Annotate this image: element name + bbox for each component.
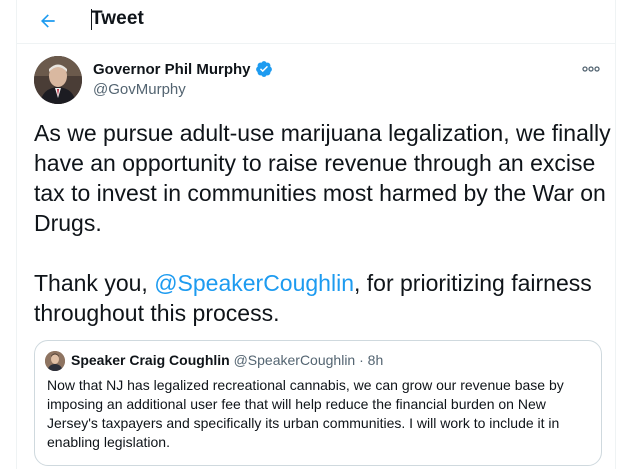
back-button[interactable] xyxy=(31,4,65,38)
page-header: Tweet xyxy=(17,0,615,44)
quoted-timestamp: 8h xyxy=(367,352,384,368)
author-handle[interactable]: @GovMurphy xyxy=(93,81,186,98)
tweet-text: As we pursue adult-use marijuana legaliz… xyxy=(34,118,614,358)
tweet-paragraph: Thank you, @SpeakerCoughlin, for priorit… xyxy=(34,268,614,328)
author-name-row[interactable]: Governor Phil Murphy xyxy=(93,60,273,78)
avatar[interactable] xyxy=(34,56,82,104)
author-display-name[interactable]: Governor Phil Murphy xyxy=(93,61,251,78)
verified-badge-icon xyxy=(255,61,272,77)
tweet-detail-column: Tweet Governor Phil Murphy @GovMurphy As… xyxy=(16,0,616,469)
quoted-handle: @SpeakerCoughlin xyxy=(233,352,356,368)
quoted-text: Now that NJ has legalized recreational c… xyxy=(47,377,564,450)
quoted-avatar-image xyxy=(45,351,65,371)
arrow-left-icon xyxy=(41,14,55,28)
quoted-display-name: Speaker Craig Coughlin xyxy=(71,352,230,368)
tweet-text-segment: Thank you, xyxy=(34,270,155,296)
tweet-paragraph: As we pursue adult-use marijuana legaliz… xyxy=(34,120,611,236)
more-options-icon[interactable] xyxy=(581,60,601,78)
quoted-header: Speaker Craig Coughlin @SpeakerCoughlin … xyxy=(71,352,383,368)
quoted-tweet[interactable]: Speaker Craig Coughlin @SpeakerCoughlin … xyxy=(34,340,602,466)
quoted-separator: · xyxy=(359,352,364,368)
mention-link[interactable]: @SpeakerCoughlin xyxy=(154,270,354,296)
avatar-image xyxy=(34,56,82,104)
quoted-avatar xyxy=(45,351,65,371)
page-title: Tweet xyxy=(91,8,144,29)
